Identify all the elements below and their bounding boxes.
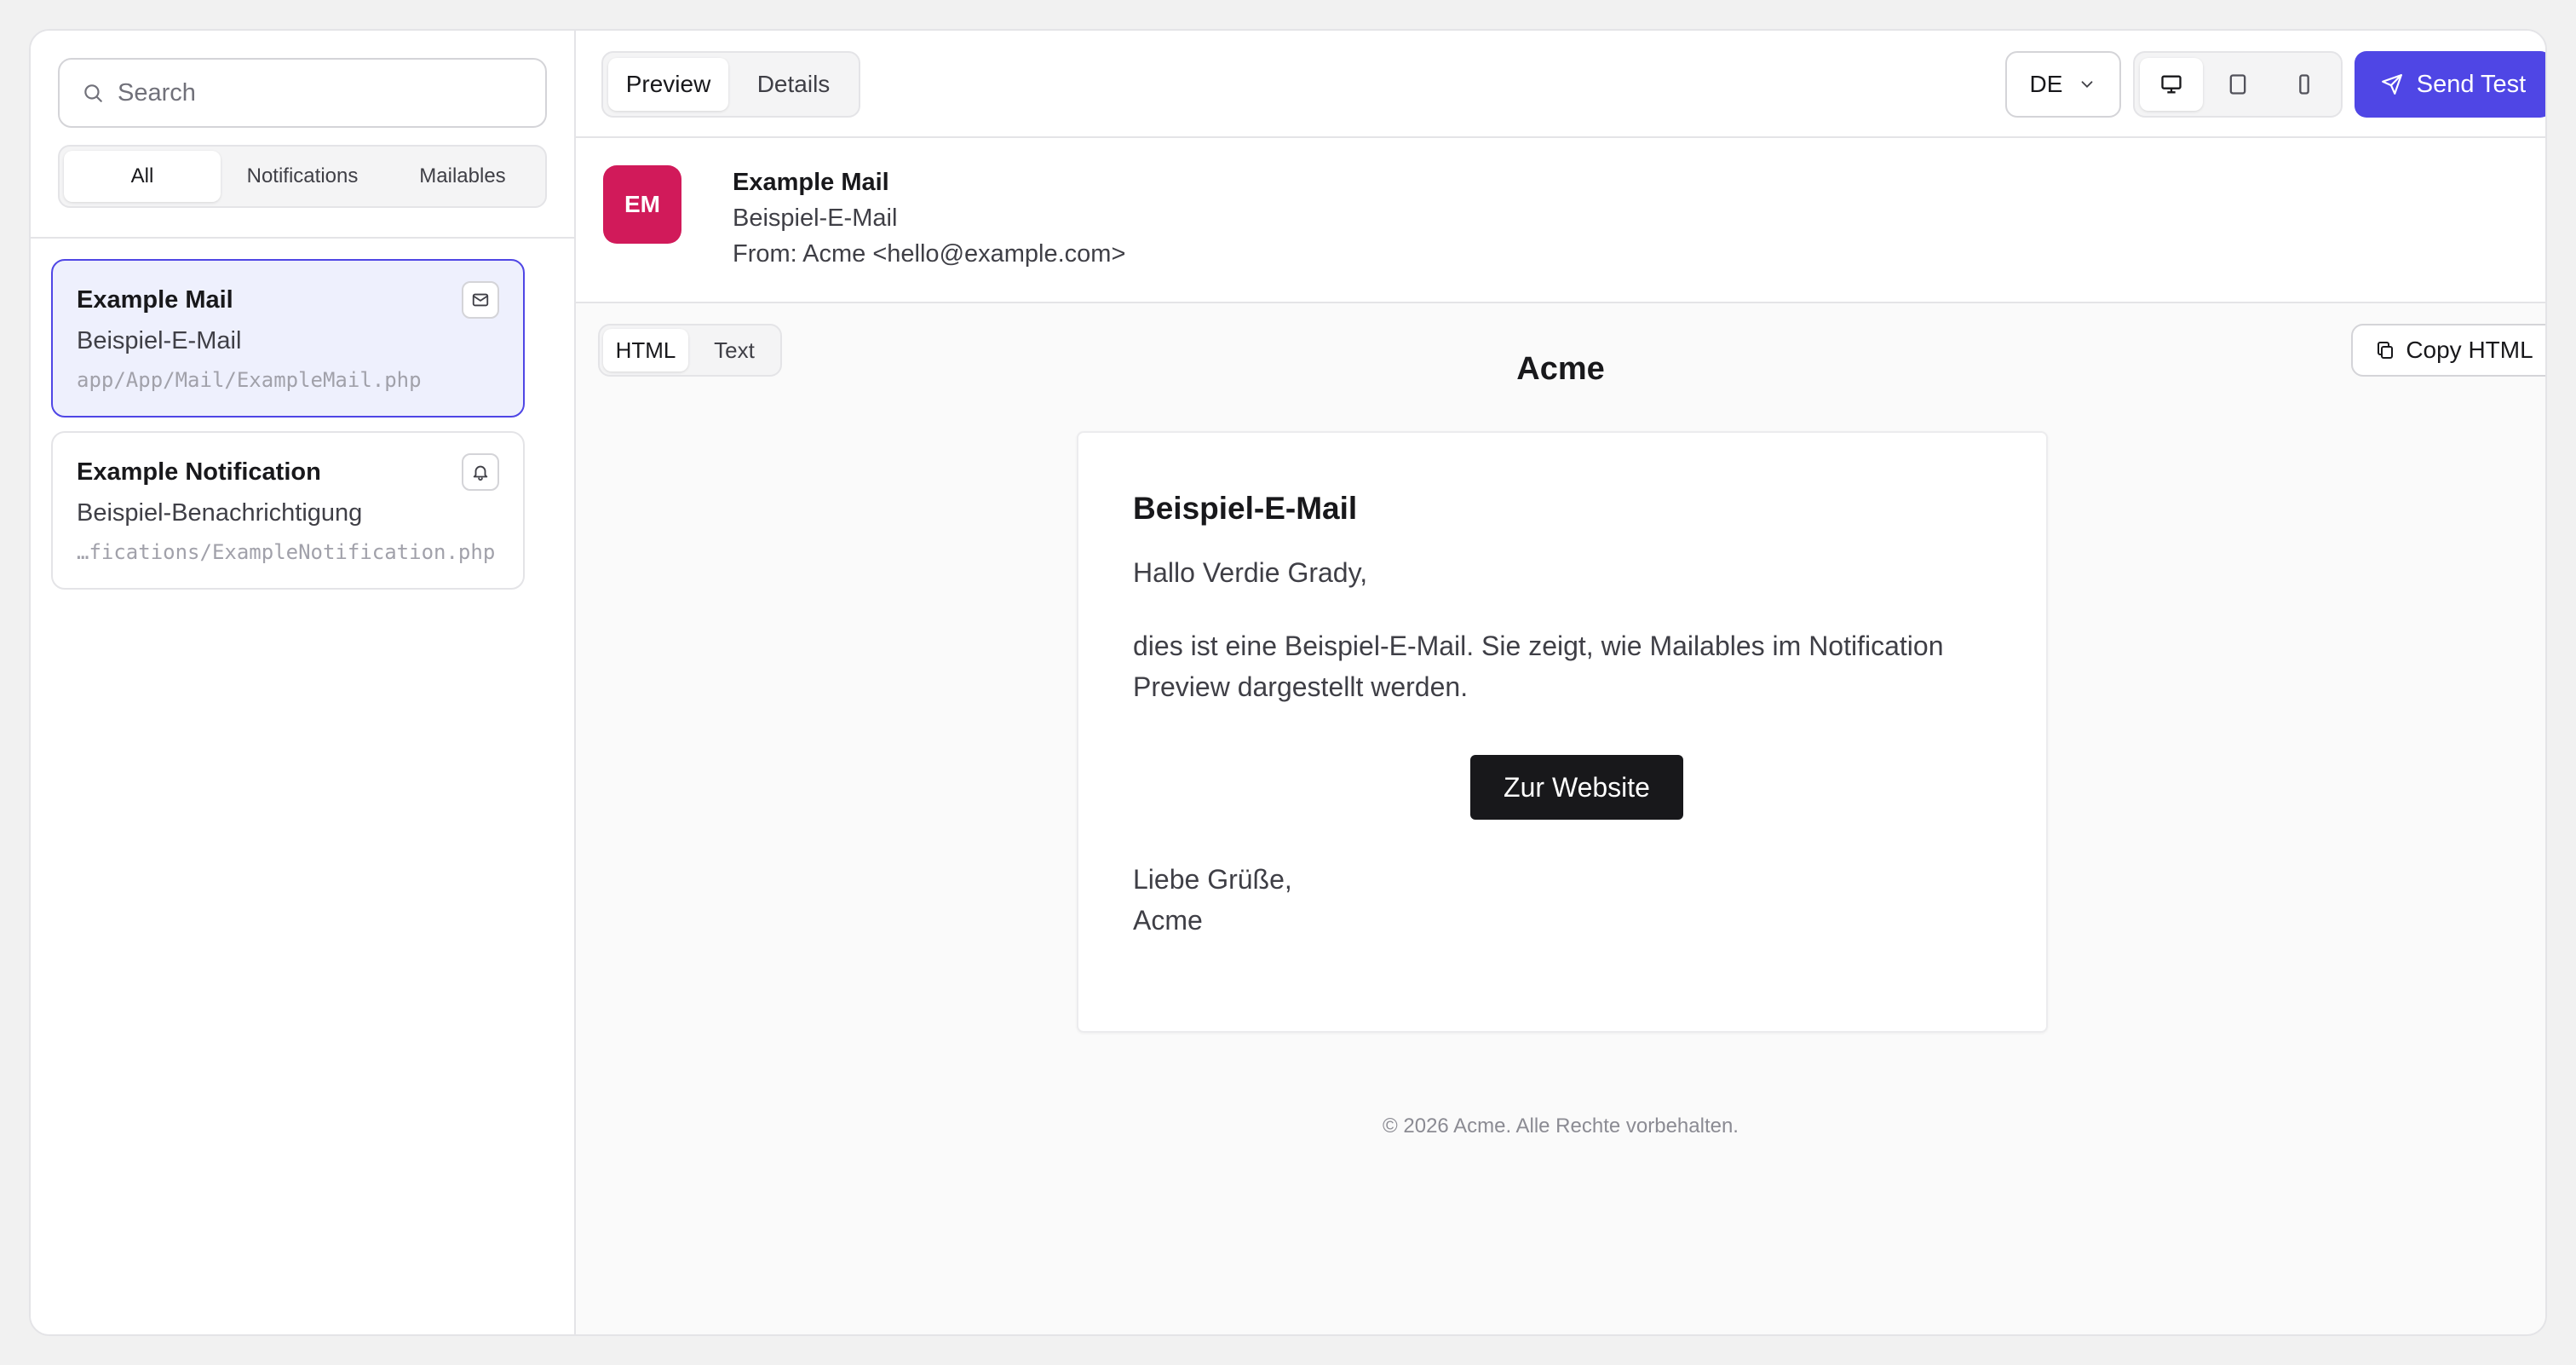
list-item-path: app/App/Mail/ExampleMail.php <box>77 368 422 392</box>
main-panel: Preview Details DE Send Test EM Example … <box>576 31 2545 1334</box>
signoff-line: Liebe Grüße, <box>1133 864 1292 895</box>
app-window: All Notifications Mailables Example Mail… <box>29 29 2547 1336</box>
sidebar: All Notifications Mailables Example Mail… <box>31 31 576 1334</box>
send-test-label: Send Test <box>2416 70 2527 98</box>
mail-icon <box>462 281 499 319</box>
filter-tab-mailables[interactable]: Mailables <box>384 151 541 202</box>
mobile-view-button[interactable] <box>2273 58 2336 111</box>
list-item-path: …fications/ExampleNotification.php <box>77 540 496 564</box>
filter-tabs: All Notifications Mailables <box>58 145 547 208</box>
signoff-line: Acme <box>1133 905 1203 936</box>
filter-tab-all[interactable]: All <box>64 151 221 202</box>
mail-title: Example Mail <box>733 169 889 196</box>
search-input[interactable] <box>118 78 526 107</box>
list-item-title: Example Mail <box>77 286 233 314</box>
filter-tab-notifications[interactable]: Notifications <box>224 151 381 202</box>
send-test-button[interactable]: Send Test <box>2355 51 2545 118</box>
list-item-subtitle: Beispiel-Benachrichtigung <box>77 499 363 527</box>
send-icon <box>2381 74 2402 95</box>
list-item-example-mail[interactable]: Example Mail Beispiel-E-Mail app/App/Mai… <box>51 259 525 418</box>
search-icon <box>84 84 102 102</box>
sidebar-divider <box>31 237 574 239</box>
tab-details[interactable]: Details <box>733 58 854 111</box>
email-greeting: Hallo Verdie Grady, <box>1133 557 1368 588</box>
email-signoff: Liebe Grüße, Acme <box>1133 859 1292 941</box>
avatar: EM <box>603 165 681 244</box>
mail-header: EM Example Mail Beispiel-E-Mail From: Ac… <box>576 138 2545 303</box>
mobile-icon <box>2299 74 2309 95</box>
locale-select[interactable]: DE <box>2005 51 2121 118</box>
search-field[interactable] <box>58 58 547 128</box>
bell-icon <box>462 453 499 491</box>
tab-preview[interactable]: Preview <box>608 58 728 111</box>
list-item-example-notification[interactable]: Example Notification Beispiel-Benachrich… <box>51 431 525 590</box>
email-footer: © 2026 Acme. Alle Rechte vorbehalten. <box>1383 1114 1739 1138</box>
email-card: Beispiel-E-Mail Hallo Verdie Grady, dies… <box>1077 431 2048 1033</box>
mail-subtitle: Beispiel-E-Mail <box>733 204 898 232</box>
list-item-subtitle: Beispiel-E-Mail <box>77 327 242 354</box>
website-button[interactable]: Zur Website <box>1470 755 1683 820</box>
view-tabs: Preview Details <box>601 51 860 118</box>
tablet-view-button[interactable] <box>2206 58 2269 111</box>
email-heading: Beispiel-E-Mail <box>1133 491 1358 526</box>
mail-from: From: Acme <hello@example.com> <box>733 240 1126 268</box>
list-item-title: Example Notification <box>77 458 321 486</box>
toolbar: Preview Details DE Send Test <box>576 31 2545 138</box>
email-brand-title: Acme <box>1516 351 1605 387</box>
locale-value: DE <box>2029 71 2063 97</box>
device-toggle <box>2133 51 2343 118</box>
email-body: dies ist eine Beispiel-E-Mail. Sie zeigt… <box>1133 631 1944 702</box>
chevron-down-icon <box>2082 81 2093 89</box>
desktop-icon <box>2161 75 2182 94</box>
tablet-icon <box>2229 74 2246 95</box>
email-preview: HTML Text Copy HTML Acme Beispiel-E-Mail… <box>576 303 2545 1334</box>
desktop-view-button[interactable] <box>2140 58 2203 111</box>
